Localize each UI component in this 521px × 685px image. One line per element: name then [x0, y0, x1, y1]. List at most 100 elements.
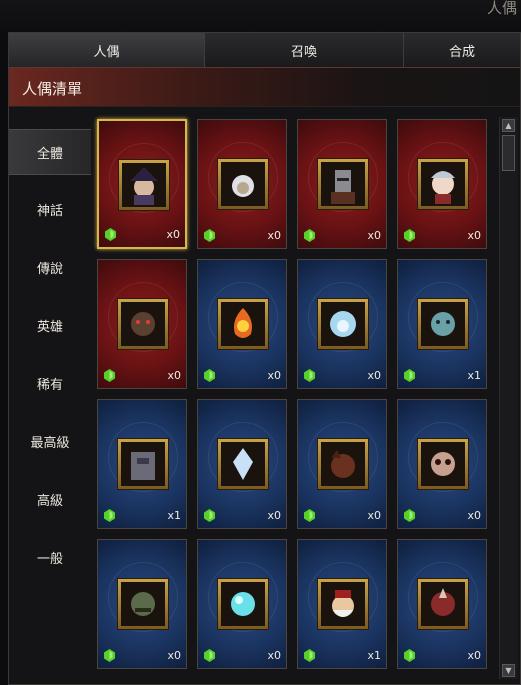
- filter-superior[interactable]: 最高級: [9, 419, 91, 463]
- doll-card[interactable]: x0: [197, 119, 287, 249]
- doll-count: x0: [367, 369, 381, 382]
- pale-maiden-doll-icon: [421, 162, 465, 206]
- doll-count: x1: [467, 369, 481, 382]
- scrollbar[interactable]: ▲ ▼: [499, 117, 518, 679]
- doll-card[interactable]: x0: [397, 119, 487, 249]
- gem-icon: [204, 367, 215, 382]
- orc-doll-icon: [121, 582, 165, 626]
- filter-hero[interactable]: 英雄: [9, 303, 91, 347]
- dark-ogre-doll-icon: [121, 302, 165, 346]
- witch-doll-icon: [122, 163, 166, 207]
- portrait-frame: [118, 159, 170, 211]
- doll-count: x0: [267, 369, 281, 382]
- top-bar: 人偶: [0, 0, 521, 32]
- portrait-frame: [217, 298, 269, 350]
- gem-icon: [204, 647, 215, 662]
- scroll-thumb[interactable]: [502, 135, 515, 171]
- gem-icon: [204, 507, 215, 522]
- scroll-up-icon[interactable]: ▲: [502, 119, 515, 132]
- gem-icon: [304, 227, 315, 242]
- portrait-frame: [117, 438, 169, 490]
- gem-icon: [104, 507, 115, 522]
- filter-advanced[interactable]: 高級: [9, 477, 91, 521]
- portrait-frame: [317, 158, 369, 210]
- doll-card[interactable]: x0: [197, 399, 287, 529]
- doll-card[interactable]: x0: [197, 539, 287, 669]
- gem-icon: [304, 367, 315, 382]
- filter-common[interactable]: 一般: [9, 535, 91, 579]
- doll-count: x0: [467, 229, 481, 242]
- portrait-frame: [417, 438, 469, 490]
- doll-count: x0: [267, 649, 281, 662]
- beast-doll-icon: [321, 442, 365, 486]
- portrait-frame: [117, 298, 169, 350]
- doll-count: x0: [267, 509, 281, 522]
- doll-count: x0: [467, 509, 481, 522]
- doll-count: x0: [167, 649, 181, 662]
- gem-icon: [104, 647, 115, 662]
- red-warrior-doll-icon: [421, 582, 465, 626]
- portrait-frame: [117, 578, 169, 630]
- tab-summon[interactable]: 召喚: [205, 33, 404, 67]
- doll-card[interactable]: x0: [297, 399, 387, 529]
- skull-demon-doll-icon: [421, 442, 465, 486]
- list-header: 人偶清單: [9, 67, 520, 107]
- doll-card[interactable]: x0: [297, 119, 387, 249]
- portrait-frame: [217, 438, 269, 490]
- filter-mythic[interactable]: 神話: [9, 187, 91, 231]
- dwarf-doll-icon: [321, 582, 365, 626]
- gem-icon: [404, 647, 415, 662]
- doll-count: x0: [267, 229, 281, 242]
- tab-dolls[interactable]: 人偶: [9, 33, 205, 67]
- doll-count: x1: [367, 649, 381, 662]
- gem-icon: [304, 507, 315, 522]
- gem-icon: [404, 507, 415, 522]
- portrait-frame: [217, 158, 269, 210]
- doll-card[interactable]: x0: [397, 399, 487, 529]
- portrait-frame: [417, 158, 469, 210]
- portrait-frame: [217, 578, 269, 630]
- white-haired-sage-doll-icon: [221, 162, 265, 206]
- doll-card[interactable]: x1: [397, 259, 487, 389]
- window-title: 人偶: [486, 0, 517, 17]
- gem-icon: [404, 227, 415, 242]
- doll-card[interactable]: x0: [297, 259, 387, 389]
- doll-card[interactable]: x0: [97, 259, 187, 389]
- doll-card[interactable]: x0: [97, 119, 187, 249]
- doll-count: x0: [166, 228, 180, 241]
- filter-legendary[interactable]: 傳說: [9, 245, 91, 289]
- gem-icon: [104, 367, 115, 382]
- doll-grid: x0 x0 x0 x0 x0 x0 x0 x1 x1 x0 x0 x0 x0 x0 x1 x0: [93, 113, 499, 681]
- armored-knight-doll-icon: [321, 162, 365, 206]
- gem-icon: [105, 226, 116, 241]
- filter-rare[interactable]: 稀有: [9, 361, 91, 405]
- doll-card[interactable]: x0: [197, 259, 287, 389]
- doll-count: x0: [367, 509, 381, 522]
- doll-count: x1: [167, 509, 181, 522]
- tab-compose[interactable]: 合成: [404, 33, 520, 67]
- doll-panel: 人偶 召喚 合成 人偶清單 全體 神話 傳說 英雄 稀有 最高級 高級 一般 x…: [8, 32, 521, 685]
- portrait-frame: [417, 298, 469, 350]
- list-header-title: 人偶清單: [22, 80, 83, 98]
- fire-spirit-doll-icon: [221, 302, 265, 346]
- gem-icon: [204, 227, 215, 242]
- doll-card[interactable]: x0: [397, 539, 487, 669]
- doll-count: x0: [167, 369, 181, 382]
- doll-card[interactable]: x0: [97, 539, 187, 669]
- crystal-orb-doll-icon: [221, 582, 265, 626]
- portrait-frame: [417, 578, 469, 630]
- ice-spirit-doll-icon: [321, 302, 365, 346]
- doll-card[interactable]: x1: [297, 539, 387, 669]
- gem-icon: [304, 647, 315, 662]
- undead-ghoul-doll-icon: [421, 302, 465, 346]
- portrait-frame: [317, 578, 369, 630]
- doll-count: x0: [467, 649, 481, 662]
- crystal-spirit-doll-icon: [221, 442, 265, 486]
- filter-all[interactable]: 全體: [9, 129, 91, 175]
- doll-count: x0: [367, 229, 381, 242]
- scroll-down-icon[interactable]: ▼: [502, 664, 515, 677]
- stone-golem-doll-icon: [121, 442, 165, 486]
- tab-bar: 人偶 召喚 合成: [9, 33, 520, 67]
- doll-card[interactable]: x1: [97, 399, 187, 529]
- portrait-frame: [317, 438, 369, 490]
